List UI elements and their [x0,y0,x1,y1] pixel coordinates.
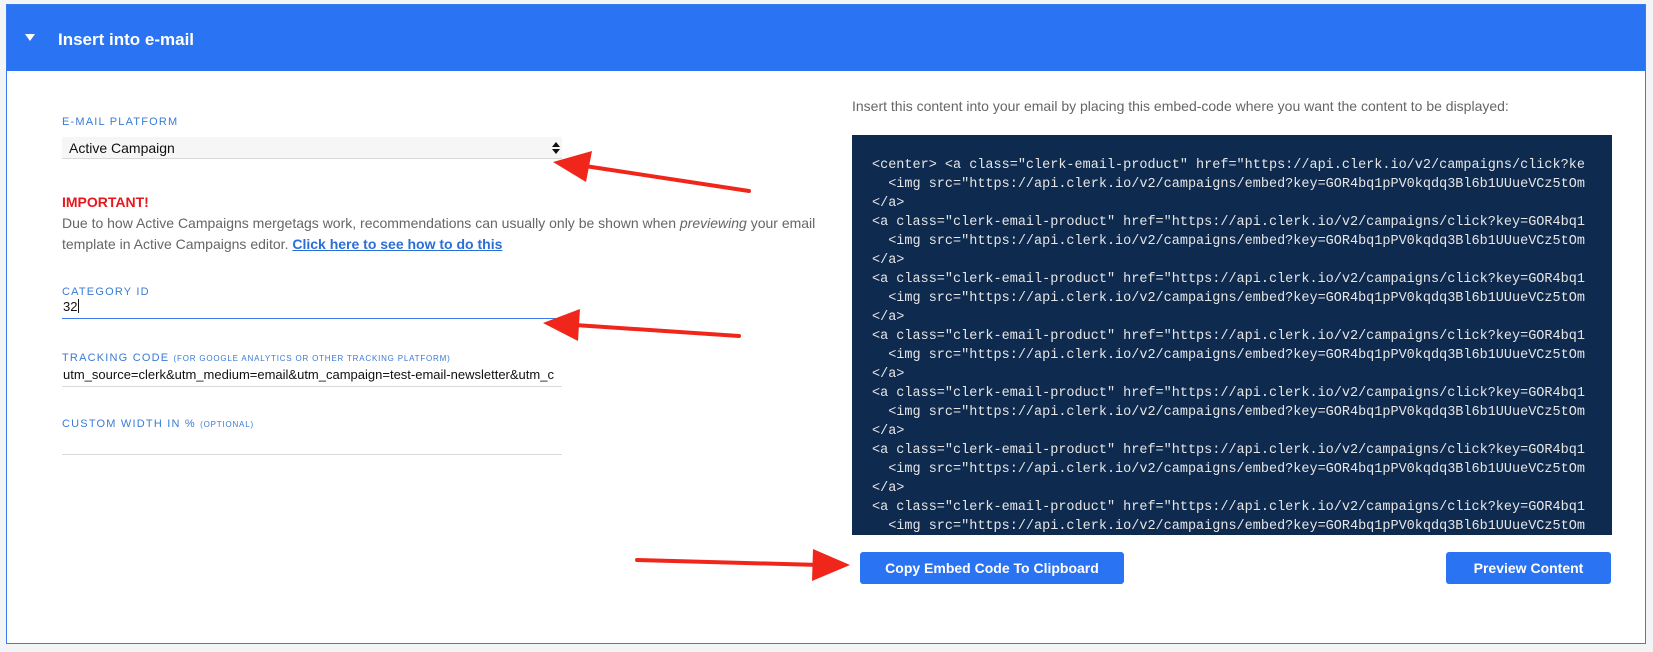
important-title: IMPORTANT! [62,194,149,210]
code-line: <a class="clerk-email-product" href="htt… [872,272,1585,287]
how-to-link[interactable]: Click here to see how to do this [292,236,502,252]
code-line: </a> [872,367,905,382]
code-line: <img src="https://api.clerk.io/v2/campai… [872,234,1585,249]
code-line: </a> [872,310,905,325]
code-line: </a> [872,481,905,496]
category-id-value: 32 [63,299,78,314]
text-cursor [78,299,80,313]
insert-into-email-panel: Insert into e-mail E-MAIL PLATFORM Activ… [6,4,1646,644]
embed-code-box[interactable]: <center> <a class="clerk-email-product" … [852,135,1612,535]
code-line: <img src="https://api.clerk.io/v2/campai… [872,348,1585,363]
code-line: <img src="https://api.clerk.io/v2/campai… [872,177,1585,192]
important-text: Due to how Active Campaigns mergetags wo… [62,213,822,255]
copy-embed-code-button[interactable]: Copy Embed Code To Clipboard [860,552,1124,584]
code-line: </a> [872,424,905,439]
important-text-part-1: Due to how Active Campaigns mergetags wo… [62,215,680,231]
tracking-code-input[interactable]: utm_source=clerk&utm_medium=email&utm_ca… [62,365,562,387]
tracking-code-value: utm_source=clerk&utm_medium=email&utm_ca… [63,367,554,382]
code-line: <a class="clerk-email-product" href="htt… [872,329,1585,344]
code-line: <img src="https://api.clerk.io/v2/campai… [872,405,1585,420]
preview-content-button[interactable]: Preview Content [1446,552,1611,584]
tracking-code-label: TRACKING CODE (FOR GOOGLE ANALYTICS OR O… [62,351,451,366]
category-id-input[interactable]: 32 [62,297,562,319]
code-line: <img src="https://api.clerk.io/v2/campai… [872,462,1585,477]
code-line: <center> <a class="clerk-email-product" … [872,158,1585,173]
code-line: <a class="clerk-email-product" href="htt… [872,500,1585,515]
tracking-code-sublabel: (FOR GOOGLE ANALYTICS OR OTHER TRACKING … [173,354,451,363]
email-platform-select[interactable]: Active Campaign [62,137,562,159]
important-text-emphasis: previewing [679,215,747,231]
custom-width-input[interactable] [62,433,562,455]
code-line: </a> [872,253,905,268]
code-line: <img src="https://api.clerk.io/v2/campai… [872,519,1585,534]
code-line: </a> [872,196,905,211]
code-line: <a class="clerk-email-product" href="htt… [872,386,1585,401]
code-line: <img src="https://api.clerk.io/v2/campai… [872,291,1585,306]
custom-width-label: CUSTOM WIDTH IN % (OPTIONAL) [62,417,254,432]
caret-down-icon[interactable] [25,34,35,41]
code-line: <a class="clerk-email-product" href="htt… [872,443,1585,458]
email-platform-label: E-MAIL PLATFORM [62,116,179,128]
email-platform-value: Active Campaign [69,140,175,156]
panel-title: Insert into e-mail [58,30,195,49]
tracking-code-label-text: TRACKING CODE [62,352,170,364]
embed-description: Insert this content into your email by p… [852,98,1509,114]
custom-width-label-text: CUSTOM WIDTH IN % [62,418,196,430]
code-line: <a class="clerk-email-product" href="htt… [872,215,1585,230]
custom-width-sublabel: (OPTIONAL) [200,420,254,429]
select-arrows-icon [552,140,560,156]
panel-header[interactable]: Insert into e-mail [7,5,1645,71]
